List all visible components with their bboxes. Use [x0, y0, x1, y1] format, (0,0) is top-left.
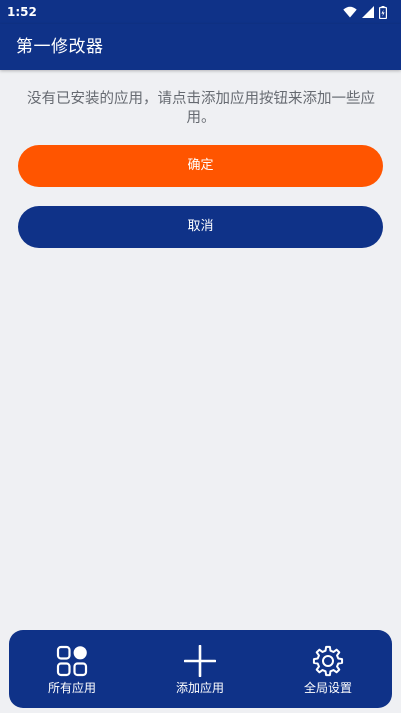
gear-outline [312, 645, 344, 677]
status-time: 1:52 [7, 5, 37, 19]
bottom-nav: 所有应用 添加应用 全局设置 [9, 630, 392, 708]
signal-icon [362, 6, 374, 18]
grid-apps-icon [56, 645, 88, 677]
app-title: 第一修改器 [16, 37, 104, 57]
app-bar: 第一修改器 [0, 24, 401, 70]
nav-item-global-settings[interactable]: 全局设置 [273, 630, 383, 708]
wifi-icon [343, 6, 357, 18]
nav-item-all-apps[interactable]: 所有应用 [17, 630, 127, 708]
battery-icon [379, 5, 387, 19]
confirm-button[interactable]: 确定 [18, 145, 383, 187]
nav-label-all-apps: 所有应用 [47, 681, 96, 695]
cancel-button[interactable]: 取消 [18, 206, 383, 248]
nav-label-add-app: 添加应用 [175, 681, 224, 695]
plus-icon [184, 645, 216, 677]
gear-icon [312, 645, 344, 677]
empty-state-message: 没有已安装的应用，请点击添加应用按钮来添加一些应用。 [27, 91, 375, 126]
status-bar: 1:52 [0, 0, 401, 24]
nav-item-add-app[interactable]: 添加应用 [145, 630, 255, 708]
status-icons [343, 5, 387, 19]
nav-label-global-settings: 全局设置 [303, 681, 352, 695]
